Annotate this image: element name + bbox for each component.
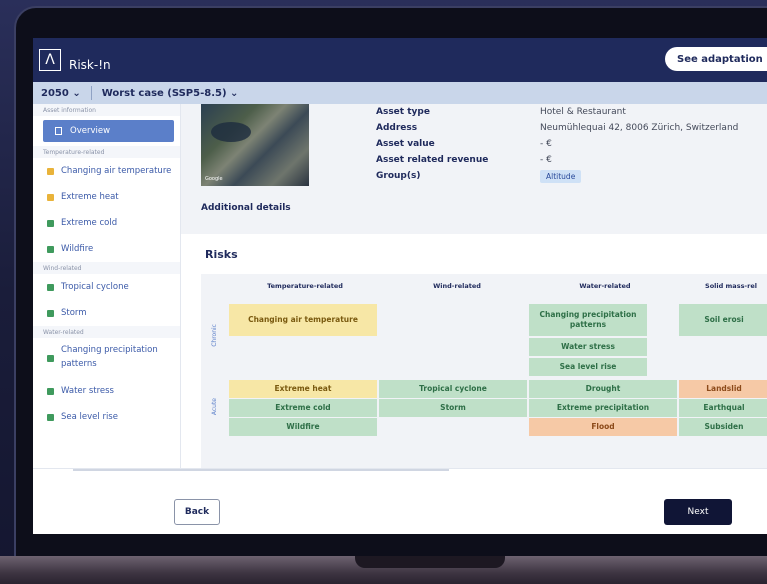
asset-key: Asset value: [376, 139, 435, 149]
scenario-bar: 2050 ⌄ Worst case (SSP5-8.5) ⌄: [33, 82, 767, 104]
main-content: Google Asset type Hotel & Restaurant Add…: [181, 104, 767, 468]
map-attribution: Google: [205, 176, 223, 182]
app-name: Risk-!n: [69, 58, 111, 72]
asset-key: Group(s): [376, 171, 421, 181]
sidebar-item-changing-air-temperature[interactable]: Changing air temperature: [33, 158, 180, 184]
sidebar-item-changing-precipitation[interactable]: Changing precipitation patterns: [33, 338, 180, 378]
sidebar-item-label: Extreme heat: [61, 192, 119, 202]
sidebar-item-overview[interactable]: Overview: [43, 120, 174, 142]
scrollbar[interactable]: [73, 469, 449, 471]
asset-value: - €: [540, 139, 552, 149]
sidebar-item-label: Changing air temperature: [61, 166, 172, 176]
sidebar-section-wind: Wind-related: [33, 262, 180, 274]
risk-level-icon: [47, 413, 54, 421]
asset-map-thumbnail[interactable]: Google: [201, 104, 309, 186]
risk-cell[interactable]: Storm: [379, 399, 527, 417]
sidebar-section-temperature: Temperature-related: [33, 146, 180, 158]
asset-properties: Asset type Hotel & Restaurant Address Ne…: [376, 104, 738, 184]
column-header: Wind-related: [433, 282, 481, 290]
risk-cell[interactable]: Subsiden: [679, 418, 767, 436]
sidebar-item-label: Storm: [61, 308, 87, 318]
document-icon: [55, 127, 62, 135]
asset-row: Asset type Hotel & Restaurant: [376, 104, 738, 120]
risk-cell[interactable]: Soil erosi: [679, 304, 767, 336]
sidebar-item-label: Overview: [70, 126, 111, 136]
asset-value: Neumühlequai 42, 8006 Zürich, Switzerlan…: [540, 123, 739, 133]
risks-section: Risks Temperature-related Wind-related W…: [181, 234, 767, 468]
risk-level-icon: [47, 219, 54, 227]
back-button[interactable]: Back: [174, 499, 220, 525]
risk-cell[interactable]: Drought: [529, 380, 677, 398]
risk-level-icon: [47, 167, 54, 175]
risk-cell[interactable]: Sea level rise: [529, 358, 647, 376]
risk-cell[interactable]: Earthqual: [679, 399, 767, 417]
column-header: Temperature-related: [267, 282, 343, 290]
app-screen: Λ Risk-!n See adaptation me 2050 ⌄ Worst…: [33, 38, 767, 534]
asset-row: Asset related revenue - €: [376, 152, 738, 168]
sidebar: Asset information Overview Temperature-r…: [33, 104, 181, 468]
sidebar-item-label: Water stress: [61, 386, 114, 396]
risk-cell[interactable]: Changing air temperature: [229, 304, 377, 336]
asset-value: - €: [540, 155, 552, 165]
asset-row: Asset value - €: [376, 136, 738, 152]
risk-cell[interactable]: Wildfire: [229, 418, 377, 436]
column-header: Solid mass-rel: [705, 282, 757, 290]
sidebar-item-label: Extreme cold: [61, 218, 118, 228]
laptop-notch: [355, 556, 505, 568]
sidebar-item-sea-level-rise[interactable]: Sea level rise: [33, 404, 180, 430]
sidebar-item-label: Sea level rise: [61, 412, 118, 422]
risk-matrix: Temperature-related Wind-related Water-r…: [201, 274, 767, 468]
risk-cell[interactable]: Landslid: [679, 380, 767, 398]
asset-value: Hotel & Restaurant: [540, 107, 626, 117]
asset-row: Group(s) Altitude: [376, 168, 738, 184]
sidebar-item-extreme-cold[interactable]: Extreme cold: [33, 210, 180, 236]
row-header: Chronic: [211, 324, 218, 347]
risk-level-icon: [47, 245, 54, 253]
sidebar-item-label: Tropical cyclone: [61, 282, 129, 292]
sidebar-item-label: Changing precipitation patterns: [61, 345, 158, 369]
risk-level-icon: [47, 309, 54, 317]
logo-icon[interactable]: Λ: [39, 49, 61, 71]
risk-cell[interactable]: Extreme heat: [229, 380, 377, 398]
sidebar-item-label: Wildfire: [61, 244, 94, 254]
asset-key: Address: [376, 123, 418, 133]
sidebar-item-extreme-heat[interactable]: Extreme heat: [33, 184, 180, 210]
group-chip[interactable]: Altitude: [540, 169, 582, 183]
footer: Back Next: [33, 468, 767, 534]
sidebar-item-tropical-cyclone[interactable]: Tropical cyclone: [33, 274, 180, 300]
risk-level-icon: [47, 193, 54, 201]
asset-key: Asset type: [376, 107, 430, 117]
risk-cell[interactable]: Flood: [529, 418, 677, 436]
risk-cell[interactable]: Changing precipitation patterns: [529, 304, 647, 336]
sidebar-item-storm[interactable]: Storm: [33, 300, 180, 326]
sidebar-section-asset: Asset information: [33, 104, 180, 116]
risk-level-icon: [47, 283, 54, 291]
next-button[interactable]: Next: [664, 499, 732, 525]
row-header: Acute: [211, 398, 218, 416]
app-header: Λ Risk-!n See adaptation me: [33, 38, 767, 82]
risks-title: Risks: [205, 248, 238, 261]
risk-cell[interactable]: Extreme precipitation: [529, 399, 677, 417]
asset-key: Asset related revenue: [376, 155, 489, 165]
asset-card: Google Asset type Hotel & Restaurant Add…: [181, 104, 767, 232]
additional-details-toggle[interactable]: Additional details: [201, 203, 291, 213]
divider: [90, 86, 92, 100]
risk-cell[interactable]: Extreme cold: [229, 399, 377, 417]
risk-cell[interactable]: Water stress: [529, 338, 647, 356]
asset-row: Address Neumühlequai 42, 8006 Zürich, Sw…: [376, 120, 738, 136]
sidebar-section-water: Water-related: [33, 326, 180, 338]
risk-level-icon: [47, 387, 54, 395]
year-select[interactable]: 2050 ⌄: [41, 88, 81, 99]
sidebar-item-wildfire[interactable]: Wildfire: [33, 236, 180, 262]
see-adaptation-button[interactable]: See adaptation me: [665, 47, 767, 71]
sidebar-item-water-stress[interactable]: Water stress: [33, 378, 180, 404]
risk-level-icon: [47, 354, 54, 362]
risk-cell[interactable]: Tropical cyclone: [379, 380, 527, 398]
scenario-select[interactable]: Worst case (SSP5-8.5) ⌄: [102, 88, 239, 99]
column-header: Water-related: [579, 282, 631, 290]
